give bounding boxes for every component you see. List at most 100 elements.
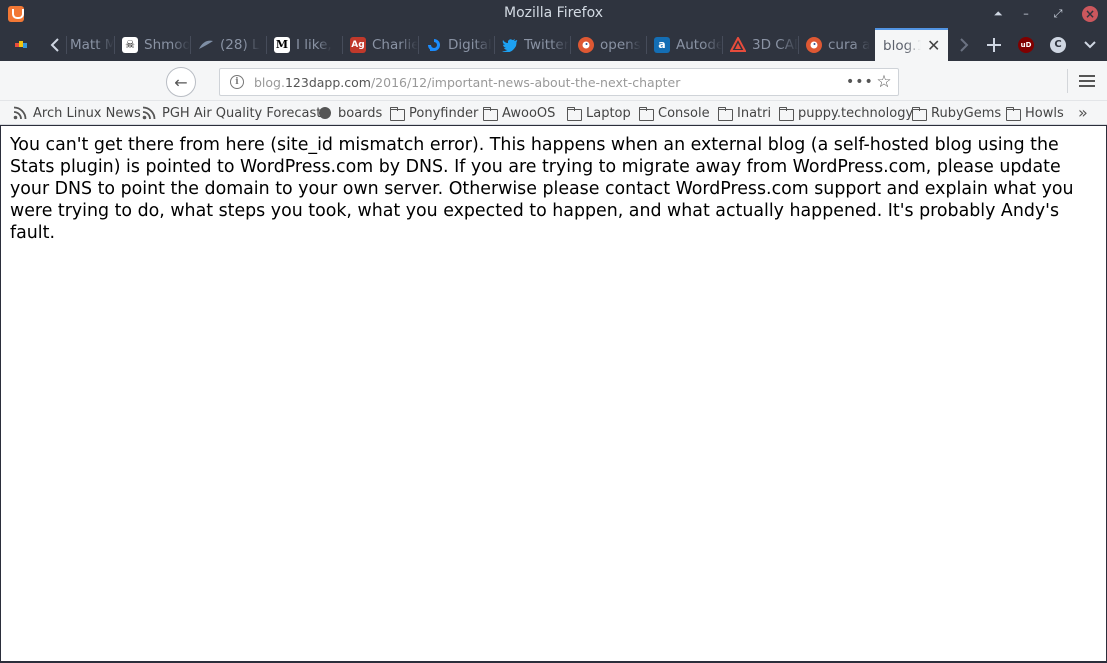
duckduckgo-icon bbox=[578, 36, 594, 53]
feather-icon bbox=[198, 37, 214, 53]
ag-icon: Ag bbox=[350, 36, 366, 53]
bookmark-folder-awooos[interactable]: AwooOS bbox=[482, 104, 555, 122]
bookmark-label: AwooOS bbox=[502, 105, 556, 121]
hamburger-menu-icon[interactable] bbox=[1078, 72, 1096, 90]
bookmark-star-icon[interactable]: ☆ bbox=[870, 72, 898, 92]
globe-icon bbox=[318, 106, 334, 120]
url-path: /2016/12/important-news-about-the-next-c… bbox=[370, 74, 681, 90]
folder-icon bbox=[778, 106, 794, 121]
duckduckgo-icon bbox=[806, 36, 822, 53]
window-shade-icon[interactable]: ⏶ bbox=[990, 6, 1006, 22]
tab-separator bbox=[494, 36, 495, 54]
tab-separator bbox=[266, 36, 267, 54]
folder-icon bbox=[1005, 106, 1021, 121]
window-minimize-icon[interactable]: – bbox=[1018, 6, 1034, 22]
tab-1[interactable]: Matt Mullenweg bbox=[66, 28, 114, 61]
list-all-tabs-icon[interactable] bbox=[1078, 28, 1102, 61]
bookmark-label: Inatri bbox=[737, 105, 772, 121]
tab-6[interactable]: Digital bbox=[418, 28, 494, 61]
folder-icon bbox=[389, 106, 405, 121]
window-titlebar[interactable]: Mozilla Firefox ⏶ – ⤢ × bbox=[0, 0, 1107, 28]
scroll-tabs-right-icon[interactable] bbox=[954, 28, 974, 61]
bookmark-arch-linux-news[interactable]: Arch Linux News bbox=[13, 104, 141, 122]
tab-active[interactable]: blog.123dapp.com ✕ bbox=[875, 28, 948, 61]
bookmark-label: puppy.technology bbox=[798, 105, 914, 121]
twitter-bird-icon bbox=[502, 37, 518, 53]
bookmark-folder-laptop[interactable]: Laptop bbox=[566, 104, 631, 122]
url-host: 123dapp.com bbox=[284, 74, 371, 90]
account-badge: C bbox=[1050, 36, 1066, 53]
account-icon[interactable]: C bbox=[1046, 28, 1070, 61]
3d-cad-icon bbox=[730, 36, 746, 53]
tab-8[interactable]: opens bbox=[570, 28, 646, 61]
url-host-prefix: blog. bbox=[254, 74, 285, 90]
bookmark-folder-howls[interactable]: Howls bbox=[1005, 104, 1064, 122]
bookmark-label: boards bbox=[338, 105, 383, 121]
tab-separator bbox=[570, 36, 571, 54]
tab-label: Digital bbox=[448, 36, 492, 53]
bookmark-folder-puppy-technology[interactable]: puppy.technology bbox=[778, 104, 913, 122]
url-bar[interactable]: i blog.123dapp.com/2016/12/important-new… bbox=[219, 68, 899, 96]
tab-separator bbox=[66, 36, 67, 54]
tab-label: (28) L bbox=[220, 36, 260, 53]
bookmark-folder-ponyfinder[interactable]: Ponyfinder bbox=[389, 104, 478, 122]
folder-icon bbox=[566, 106, 582, 121]
medium-m-icon: M bbox=[274, 36, 290, 53]
bookmark-folder-inatri[interactable]: Inatri bbox=[717, 104, 771, 122]
tab-9[interactable]: a Autodesk bbox=[646, 28, 722, 61]
scroll-tabs-left-icon[interactable] bbox=[44, 28, 66, 61]
tab-10[interactable]: 3D CAD bbox=[722, 28, 798, 61]
folder-icon bbox=[717, 106, 733, 121]
window-maximize-icon[interactable]: ⤢ bbox=[1050, 6, 1066, 22]
bookmarks-overflow-chevron-icon[interactable]: » bbox=[1078, 103, 1088, 122]
tab-label: Autodesk bbox=[676, 36, 722, 53]
url-text[interactable]: blog.123dapp.com/2016/12/important-news-… bbox=[254, 75, 846, 90]
bookmark-pgh-air-quality[interactable]: PGH Air Quality Forecast bbox=[142, 104, 321, 122]
back-arrow-icon: ← bbox=[174, 72, 188, 92]
tab-strip: Matt Mullenweg ☠ Shmoo (28) L M I like, … bbox=[0, 28, 1107, 61]
tab-label: Shmoo bbox=[144, 36, 190, 53]
tab-separator bbox=[342, 36, 343, 54]
tab-label: Charlie bbox=[372, 36, 418, 53]
tab-separator bbox=[190, 36, 191, 54]
tab-separator bbox=[722, 36, 723, 54]
ublock-origin-icon[interactable]: uD bbox=[1014, 28, 1038, 61]
page-actions-icon[interactable]: ••• bbox=[846, 74, 873, 90]
tab-separator bbox=[114, 36, 115, 54]
tab-3[interactable]: (28) L bbox=[190, 28, 266, 61]
bookmarks-toolbar: Arch Linux News PGH Air Quality Forecast… bbox=[0, 101, 1107, 125]
tab-11[interactable]: cura a bbox=[798, 28, 874, 61]
tab-label: Twitter bbox=[524, 36, 570, 53]
ublock-badge: uD bbox=[1018, 36, 1034, 53]
toolbar-separator bbox=[1067, 69, 1068, 93]
tab-0[interactable] bbox=[6, 28, 38, 61]
tab-separator bbox=[646, 36, 647, 54]
bookmark-label: RubyGems bbox=[931, 105, 1002, 121]
close-tab-icon[interactable]: ✕ bbox=[927, 36, 941, 55]
tab-4[interactable]: M I like, bbox=[266, 28, 342, 61]
window-close-icon[interactable]: × bbox=[1082, 6, 1098, 22]
page-content: You can't get there from here (site_id m… bbox=[0, 126, 1107, 663]
tab-label: I like, bbox=[296, 36, 332, 53]
bookmark-label: Arch Linux News bbox=[33, 105, 141, 121]
bookmark-label: PGH Air Quality Forecast bbox=[162, 105, 322, 121]
bookmark-folder-rubygems[interactable]: RubyGems bbox=[911, 104, 1001, 122]
tab-label: blog.123dapp.com bbox=[883, 37, 921, 54]
bookmark-label: Ponyfinder bbox=[409, 105, 479, 121]
site-info-icon[interactable]: i bbox=[230, 75, 244, 89]
back-button[interactable]: ← bbox=[166, 67, 196, 97]
rss-feed-icon bbox=[142, 106, 158, 120]
bookmark-boards[interactable]: boards bbox=[318, 104, 382, 122]
new-tab-icon[interactable] bbox=[982, 28, 1006, 61]
tab-5[interactable]: Ag Charlie bbox=[342, 28, 418, 61]
rss-feed-icon bbox=[13, 106, 29, 120]
bookmark-folder-console[interactable]: Console bbox=[638, 104, 710, 122]
tab-label: cura a bbox=[828, 36, 871, 53]
bookmark-label: Howls bbox=[1025, 105, 1064, 121]
navigation-toolbar: ← i blog.123dapp.com/2016/12/important-n… bbox=[0, 61, 1107, 101]
tab-label: 3D CAD bbox=[752, 36, 798, 53]
digitalocean-icon bbox=[426, 37, 442, 53]
tab-7[interactable]: Twitter bbox=[494, 28, 570, 61]
tab-2[interactable]: ☠ Shmoo bbox=[114, 28, 190, 61]
window-title: Mozilla Firefox bbox=[503, 5, 604, 21]
